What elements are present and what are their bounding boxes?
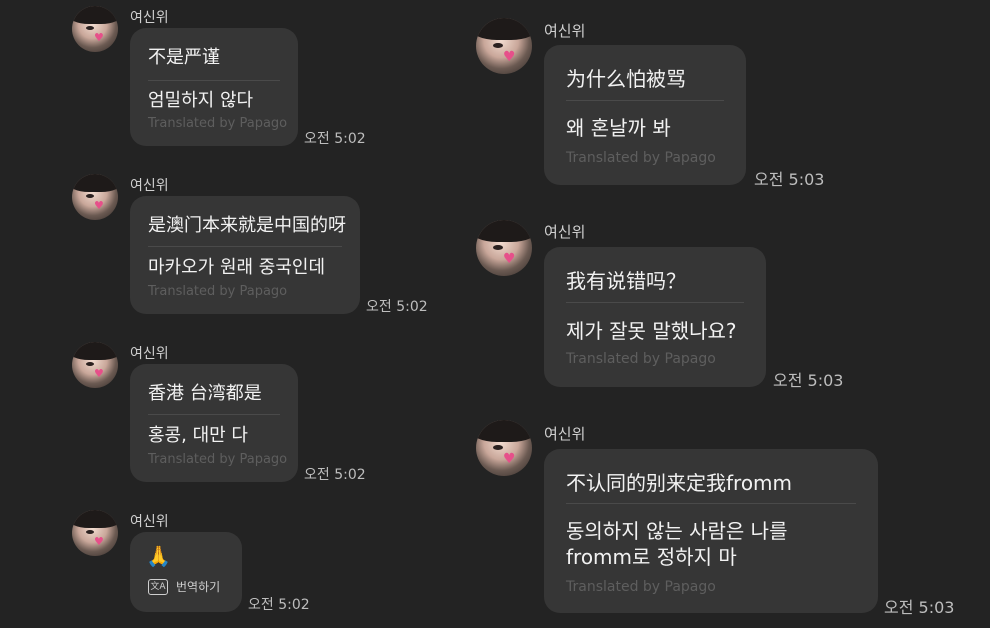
message-divider	[148, 414, 280, 415]
message-divider	[148, 246, 342, 247]
avatar[interactable]: ♥	[476, 220, 532, 276]
message-divider	[566, 503, 856, 504]
message-translated-text: fromm로 정하지 마	[566, 545, 737, 569]
message-bubble[interactable]: 不是严谨 엄밀하지 않다 Translated by Papago	[130, 28, 298, 146]
message-translated-text: 홍콩, 대만 다	[148, 425, 248, 446]
translated-by-label: Translated by Papago	[148, 116, 288, 131]
message-time: 오전 5:02	[304, 131, 366, 147]
avatar[interactable]: ♥	[72, 174, 118, 220]
message-divider	[566, 100, 724, 101]
translated-by-label: Translated by Papago	[566, 351, 716, 367]
message-bubble[interactable]: 🙏 文A 번역하기	[130, 532, 242, 612]
message-original-text: 不认同的别来定我fromm	[566, 471, 793, 495]
message-translated-text: 동의하지 않는 사람은 나를	[566, 519, 788, 543]
message-bubble[interactable]: 是澳门本来就是中国的呀 마카오가 원래 중국인데 Translated by P…	[130, 196, 360, 314]
message-time: 오전 5:02	[304, 467, 366, 483]
message-bubble[interactable]: 为什么怕被骂 왜 혼날까 봐 Translated by Papago	[544, 45, 746, 185]
pray-emoji: 🙏	[146, 544, 171, 568]
message-translated-text: 엄밀하지 않다	[148, 90, 254, 111]
message-time: 오전 5:03	[754, 170, 825, 189]
translated-by-label: Translated by Papago	[566, 150, 716, 166]
message-original-text: 是澳门本来就是中国的呀	[148, 215, 346, 236]
avatar[interactable]: ♥	[476, 420, 532, 476]
message-time: 오전 5:02	[366, 299, 428, 315]
message-bubble[interactable]: 香港 台湾都是 홍콩, 대만 다 Translated by Papago	[130, 364, 298, 482]
message-bubble[interactable]: 不认同的别来定我fromm 동의하지 않는 사람은 나를 fromm로 정하지 …	[544, 449, 878, 613]
message-translated-text: 제가 잘못 말했나요?	[566, 319, 737, 343]
message-translated-text: 왜 혼날까 봐	[566, 116, 671, 140]
sender-name: 여신위	[130, 346, 169, 362]
avatar[interactable]: ♥	[72, 6, 118, 52]
message-original-text: 我有说错吗？	[566, 269, 686, 293]
message-translated-text: 마카오가 원래 중국인데	[148, 257, 326, 278]
message-divider	[148, 80, 280, 81]
message-original-text: 香港 台湾都是	[148, 383, 262, 404]
sender-name: 여신위	[130, 10, 169, 26]
translated-by-label: Translated by Papago	[566, 579, 716, 595]
translate-icon: 文A	[148, 578, 168, 595]
message-time: 오전 5:02	[248, 597, 310, 613]
avatar[interactable]: ♥	[476, 18, 532, 74]
message-original-text: 不是严谨	[148, 47, 220, 68]
message-time: 오전 5:03	[884, 598, 955, 617]
message-divider	[566, 302, 744, 303]
sender-name: 여신위	[130, 514, 169, 530]
translate-button[interactable]: 文A 번역하기	[148, 578, 220, 595]
sender-name: 여신위	[544, 22, 586, 40]
avatar[interactable]: ♥	[72, 342, 118, 388]
message-time: 오전 5:03	[773, 371, 844, 390]
sender-name: 여신위	[544, 425, 586, 443]
avatar[interactable]: ♥	[72, 510, 118, 556]
translate-button-label: 번역하기	[176, 580, 221, 594]
sender-name: 여신위	[544, 223, 586, 241]
sender-name: 여신위	[130, 178, 169, 194]
translated-by-label: Translated by Papago	[148, 284, 288, 299]
translated-by-label: Translated by Papago	[148, 452, 288, 467]
message-original-text: 为什么怕被骂	[566, 67, 686, 91]
message-bubble[interactable]: 我有说错吗？ 제가 잘못 말했나요? Translated by Papago	[544, 247, 766, 387]
